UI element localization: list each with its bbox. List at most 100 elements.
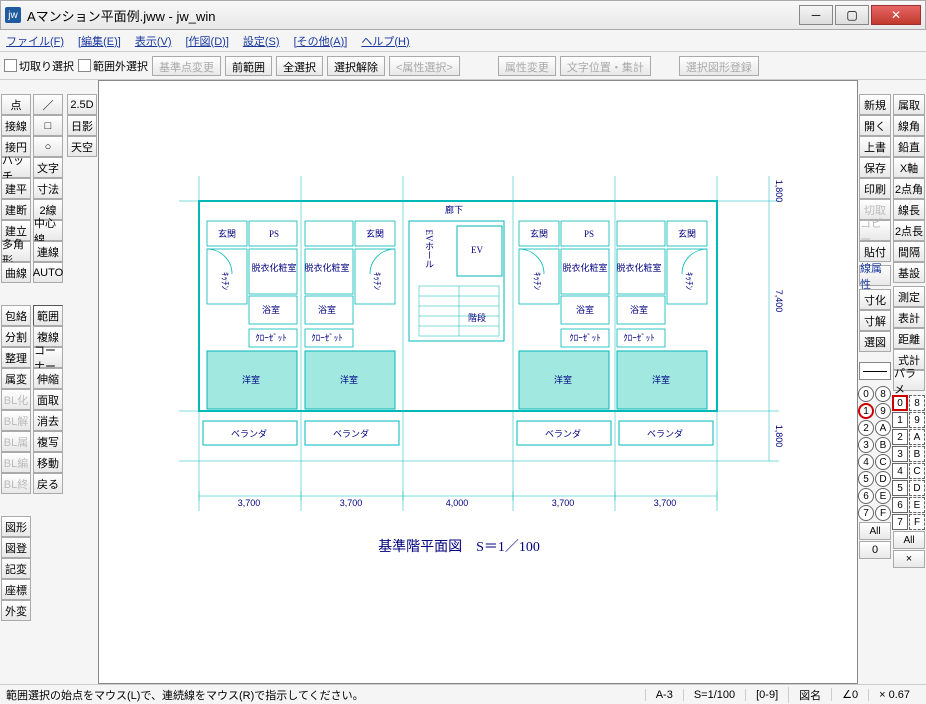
tool-コピー[interactable]: コピー: [859, 220, 891, 241]
layer-all-right[interactable]: All: [893, 531, 925, 549]
tool-属変[interactable]: 属変: [1, 368, 31, 389]
tool-記変[interactable]: 記変: [1, 558, 31, 579]
layer-r-8[interactable]: 8: [909, 395, 925, 411]
layer-l-F[interactable]: F: [875, 505, 891, 521]
tool-接線[interactable]: 接線: [1, 115, 31, 136]
layer-r-F[interactable]: F: [909, 514, 925, 530]
layer-l-D[interactable]: D: [875, 471, 891, 487]
text-pos-button[interactable]: 文字位置・集計: [560, 56, 651, 76]
status-scale[interactable]: S=1/100: [683, 689, 745, 701]
base-change-button[interactable]: 基準点変更: [152, 56, 221, 76]
tool-寸解[interactable]: 寸解: [859, 310, 891, 331]
close-button[interactable]: ✕: [871, 5, 921, 25]
status-zoom[interactable]: × 0.67: [868, 689, 920, 701]
tool-建断[interactable]: 建断: [1, 199, 31, 220]
layer-l-6[interactable]: 6: [858, 488, 874, 504]
layer-r-B[interactable]: B: [909, 446, 925, 462]
tool-包絡[interactable]: 包絡: [1, 305, 31, 326]
tool-BL編[interactable]: BL編: [1, 452, 31, 473]
layer-l-C[interactable]: C: [875, 454, 891, 470]
layer-r-D[interactable]: D: [909, 480, 925, 496]
tool-連線[interactable]: 連線: [33, 241, 63, 262]
tool-BL属[interactable]: BL属: [1, 431, 31, 452]
tool-多角形[interactable]: 多角形: [1, 241, 31, 262]
layer-l-B[interactable]: B: [875, 437, 891, 453]
line-sample[interactable]: [859, 362, 891, 380]
menu-draw[interactable]: [作図(D)]: [186, 33, 229, 49]
tool-線長[interactable]: 線長: [893, 199, 925, 220]
tool-AUTO[interactable]: AUTO: [33, 262, 63, 283]
tool-○[interactable]: ○: [33, 136, 63, 157]
tool-中心線[interactable]: 中心線: [33, 220, 63, 241]
layer-l-4[interactable]: 4: [858, 454, 874, 470]
tool-外変[interactable]: 外変: [1, 600, 31, 621]
tool-天空[interactable]: 天空: [67, 136, 97, 157]
tool-基設[interactable]: 基設: [893, 262, 925, 283]
menu-edit[interactable]: [編集(E)]: [78, 33, 121, 49]
layer-l-3[interactable]: 3: [858, 437, 874, 453]
tool-文字[interactable]: 文字: [33, 157, 63, 178]
layer-l-E[interactable]: E: [875, 488, 891, 504]
tool-戻る[interactable]: 戻る: [33, 473, 63, 494]
layer-r-0[interactable]: 0: [892, 395, 908, 411]
tool-上書[interactable]: 上書: [859, 136, 891, 157]
layer-r-A[interactable]: A: [909, 429, 925, 445]
tool-範囲[interactable]: 範囲: [33, 305, 63, 326]
drawing-canvas[interactable]: 廊下 EV EVホール 階段 洋室 洋室 洋室: [98, 80, 858, 684]
maximize-button[interactable]: ▢: [835, 5, 869, 25]
layer-l-5[interactable]: 5: [858, 471, 874, 487]
tool-建平[interactable]: 建平: [1, 178, 31, 199]
tool-2.5D[interactable]: 2.5D: [67, 94, 97, 115]
layer-l-0[interactable]: 0: [858, 386, 874, 402]
all-select-button[interactable]: 全選択: [276, 56, 323, 76]
status-paper[interactable]: A-3: [645, 689, 683, 701]
status-angle[interactable]: ∠0: [831, 688, 868, 701]
tool-寸法[interactable]: 寸法: [33, 178, 63, 199]
layer-r-E[interactable]: E: [909, 497, 925, 513]
tool-間隔[interactable]: 間隔: [893, 241, 925, 262]
layer-r-6[interactable]: 6: [892, 497, 908, 513]
menu-view[interactable]: 表示(V): [135, 33, 172, 49]
tool-BL化[interactable]: BL化: [1, 389, 31, 410]
tool-線角[interactable]: 線角: [893, 115, 925, 136]
tool-BL解[interactable]: BL解: [1, 410, 31, 431]
tool-図登[interactable]: 図登: [1, 537, 31, 558]
cut-select-check[interactable]: 切取り選択: [4, 58, 74, 74]
layer-r-7[interactable]: 7: [892, 514, 908, 530]
tool-印刷[interactable]: 印刷: [859, 178, 891, 199]
layer-all-left[interactable]: All: [859, 522, 891, 540]
layer-l-8[interactable]: 8: [875, 386, 891, 402]
layer-l-9[interactable]: 9: [875, 403, 891, 419]
tool-測定[interactable]: 測定: [893, 286, 925, 307]
tool-消去[interactable]: 消去: [33, 410, 63, 431]
menu-other[interactable]: [その他(A)]: [294, 33, 348, 49]
attr-change-button[interactable]: 属性変更: [498, 56, 556, 76]
select-clear-button[interactable]: 選択解除: [327, 56, 385, 76]
tool-分割[interactable]: 分割: [1, 326, 31, 347]
tool-座標[interactable]: 座標: [1, 579, 31, 600]
tool-線属性[interactable]: 線属性: [859, 265, 891, 286]
range-out-check[interactable]: 範囲外選択: [78, 58, 148, 74]
tool-開く[interactable]: 開く: [859, 115, 891, 136]
menu-help[interactable]: ヘルプ(H): [361, 33, 409, 49]
status-name[interactable]: 図名: [788, 687, 831, 703]
layer-r-9[interactable]: 9: [909, 412, 925, 428]
tool-曲線[interactable]: 曲線: [1, 262, 31, 283]
tool-選図[interactable]: 選図: [859, 331, 891, 352]
menu-settings[interactable]: 設定(S): [243, 33, 280, 49]
tool-保存[interactable]: 保存: [859, 157, 891, 178]
tool-属取[interactable]: 属取: [893, 94, 925, 115]
minimize-button[interactable]: ─: [799, 5, 833, 25]
attr-select-button[interactable]: <属性選択>: [389, 56, 460, 76]
tool-距離[interactable]: 距離: [893, 328, 925, 349]
layer-l-2[interactable]: 2: [858, 420, 874, 436]
layer-l-A[interactable]: A: [875, 420, 891, 436]
tool-BL終[interactable]: BL終: [1, 473, 31, 494]
tool-2点角[interactable]: 2点角: [893, 178, 925, 199]
tool-表計[interactable]: 表計: [893, 307, 925, 328]
tool-移動[interactable]: 移動: [33, 452, 63, 473]
tool-新規[interactable]: 新規: [859, 94, 891, 115]
layer-r-2[interactable]: 2: [892, 429, 908, 445]
layer-x-right[interactable]: ×: [893, 550, 925, 568]
prev-range-button[interactable]: 前範囲: [225, 56, 272, 76]
